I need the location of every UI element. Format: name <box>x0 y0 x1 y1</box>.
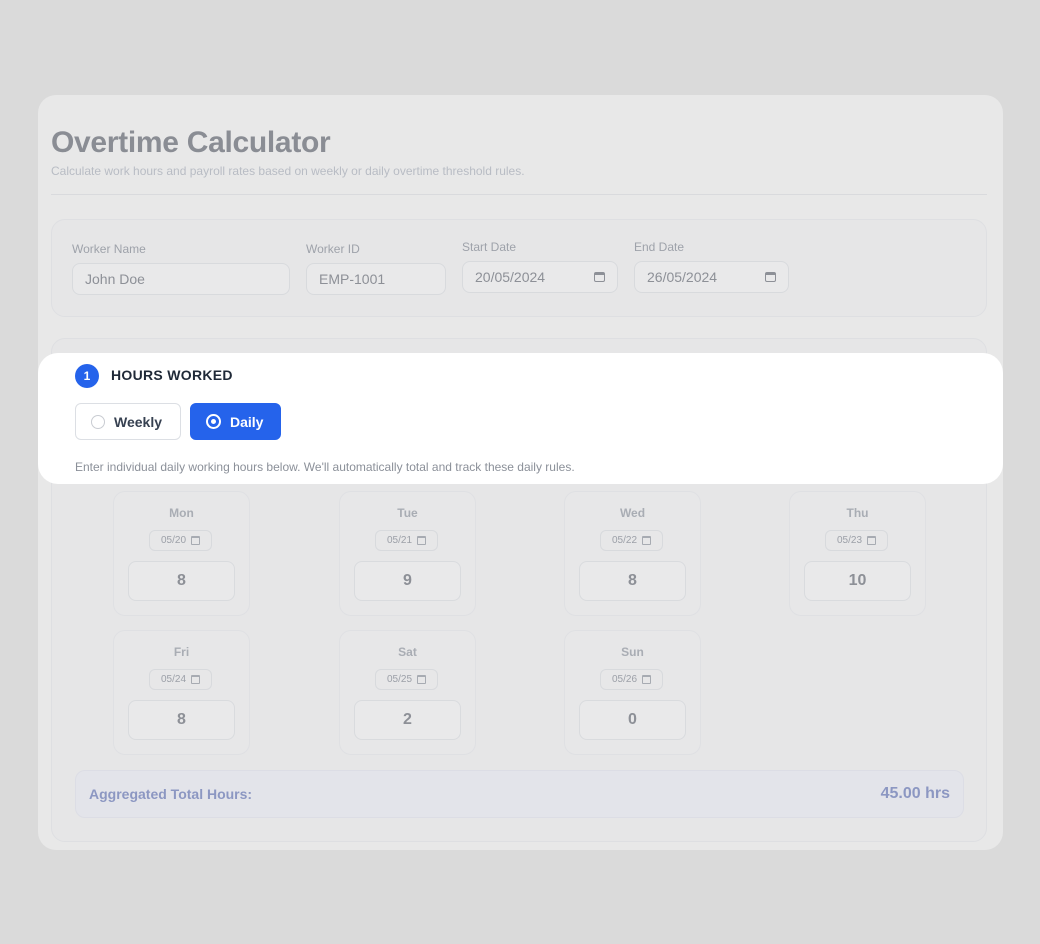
day-card-wed: Wed 05/22 8 <box>564 491 701 616</box>
hours-value: 8 <box>628 572 637 589</box>
date-chip[interactable]: 05/24 <box>149 669 212 690</box>
date-chip[interactable]: 05/23 <box>825 530 888 551</box>
daily-mode-button[interactable]: Daily <box>190 403 281 440</box>
calendar-icon <box>191 675 201 684</box>
daily-mode-label: Daily <box>230 413 264 430</box>
day-date: 05/21 <box>386 535 413 546</box>
radio-checked-icon <box>206 414 221 429</box>
day-name: Sun <box>621 645 644 659</box>
weekly-mode-label: Weekly <box>114 413 162 430</box>
calendar-icon <box>867 536 877 545</box>
radio-unchecked-icon <box>91 414 105 429</box>
day-name: Thu <box>846 506 869 520</box>
date-chip[interactable]: 05/26 <box>600 669 663 690</box>
day-name: Sat <box>398 645 417 659</box>
day-name: Tue <box>397 506 418 520</box>
day-card-fri: Fri 05/24 8 <box>113 630 250 755</box>
total-hours-value: 45.00 hrs <box>880 785 950 802</box>
hours-input[interactable]: 8 <box>128 700 235 740</box>
hours-input[interactable]: 10 <box>804 561 911 601</box>
worker-id-value: EMP-1001 <box>319 271 386 287</box>
calendar-icon <box>417 675 427 684</box>
start-date-value: 20/05/2024 <box>475 269 546 285</box>
end-date-input[interactable]: 26/05/2024 <box>634 261 789 293</box>
calendar-icon <box>642 675 652 684</box>
day-card-sun: Sun 05/26 0 <box>564 630 701 755</box>
hours-value: 2 <box>403 711 412 728</box>
page-subtitle: Calculate work hours and payroll rates b… <box>51 164 525 178</box>
total-hours-label: Aggregated Total Hours: <box>89 786 253 802</box>
day-card-mon: Mon 05/20 8 <box>113 491 250 616</box>
date-chip[interactable]: 05/21 <box>375 530 438 551</box>
start-date-input[interactable]: 20/05/2024 <box>462 261 618 293</box>
calendar-icon[interactable] <box>765 272 776 282</box>
day-date: 05/23 <box>836 535 863 546</box>
end-date-value: 26/05/2024 <box>647 269 718 285</box>
day-name: Fri <box>173 645 190 659</box>
total-hours-bar: Aggregated Total Hours: 45.00 hrs <box>75 770 964 818</box>
hours-value: 9 <box>403 572 412 589</box>
day-date: 05/26 <box>611 674 638 685</box>
page-title: Overtime Calculator <box>51 126 331 159</box>
day-date: 05/25 <box>386 674 413 685</box>
day-name: Wed <box>619 506 646 520</box>
calendar-icon <box>642 536 652 545</box>
date-chip[interactable]: 05/20 <box>149 530 212 551</box>
hours-value: 8 <box>177 572 186 589</box>
day-date: 05/22 <box>611 535 638 546</box>
day-card-sat: Sat 05/25 2 <box>339 630 476 755</box>
end-date-label: End Date <box>634 240 685 254</box>
start-date-label: Start Date <box>462 240 517 254</box>
helper-text: Enter individual daily working hours bel… <box>75 460 575 474</box>
hours-value: 8 <box>177 711 186 728</box>
day-card-tue: Tue 05/21 9 <box>339 491 476 616</box>
hours-input[interactable]: 9 <box>354 561 461 601</box>
day-date: 05/24 <box>160 674 187 685</box>
worker-id-input[interactable]: EMP-1001 <box>306 263 446 295</box>
calendar-icon <box>191 536 201 545</box>
hours-input[interactable]: 8 <box>579 561 686 601</box>
day-card-thu: Thu 05/23 10 <box>789 491 926 616</box>
hours-input[interactable]: 8 <box>128 561 235 601</box>
worker-id-label: Worker ID <box>306 242 360 256</box>
date-chip[interactable]: 05/22 <box>600 530 663 551</box>
step-badge: 1 <box>75 364 99 388</box>
hours-value: 0 <box>628 711 637 728</box>
worker-name-value: John Doe <box>85 271 145 287</box>
weekly-mode-button[interactable]: Weekly <box>75 403 181 440</box>
day-date: 05/20 <box>160 535 187 546</box>
calendar-icon <box>417 536 427 545</box>
day-name: Mon <box>169 506 194 520</box>
hours-input[interactable]: 2 <box>354 700 461 740</box>
section-title: HOURS WORKED <box>111 367 233 383</box>
hours-input[interactable]: 0 <box>579 700 686 740</box>
header-divider <box>51 194 987 195</box>
worker-name-input[interactable]: John Doe <box>72 263 290 295</box>
worker-name-label: Worker Name <box>72 242 146 256</box>
date-chip[interactable]: 05/25 <box>375 669 438 690</box>
calendar-icon[interactable] <box>594 272 605 282</box>
hours-value: 10 <box>848 572 867 589</box>
